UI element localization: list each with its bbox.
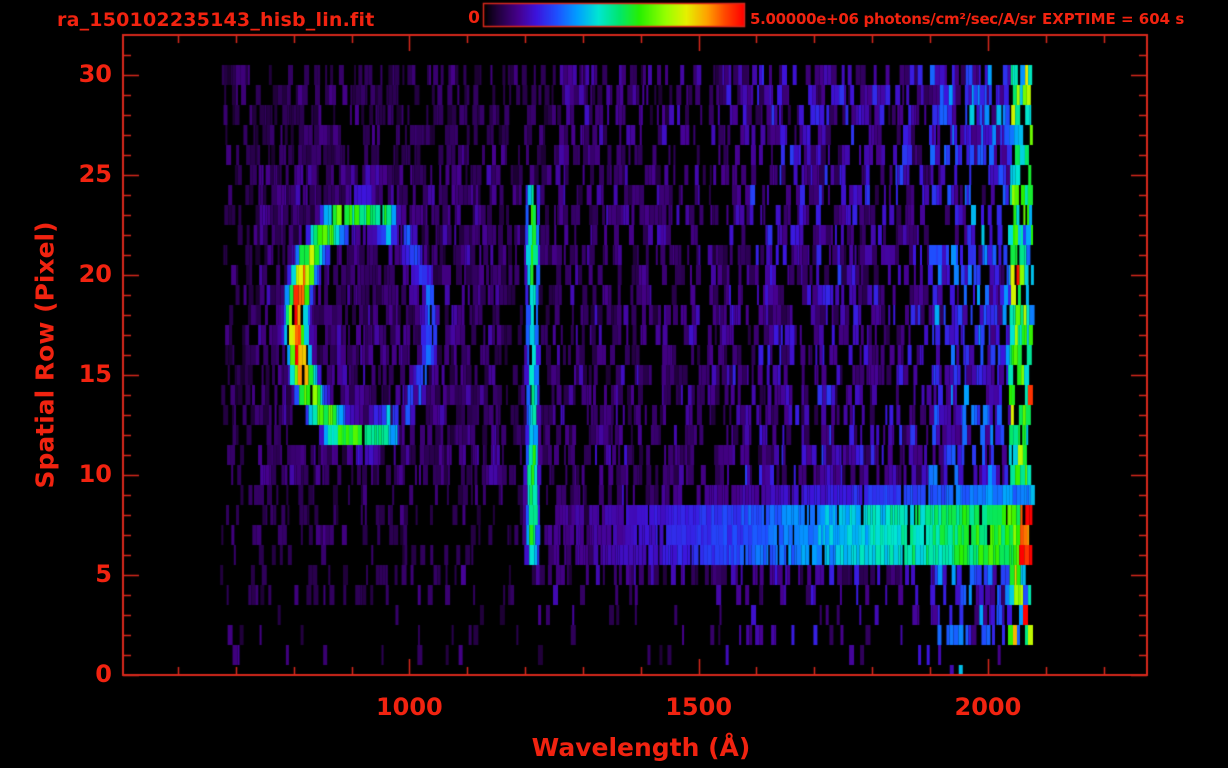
y-tick-label-20: 20 [0, 260, 112, 288]
fits-image-display-window: ra_150102235143_hisb_lin.fit 0 5.00000e+… [0, 0, 1228, 768]
x-axis-title: Wavelength (Å) [532, 733, 751, 762]
y-tick-label-30: 30 [0, 60, 112, 88]
y-tick-label-10: 10 [0, 460, 112, 488]
spectral-heatmap-canvas [0, 0, 1228, 768]
colorbar-max-label: 5.00000e+06 photons/cm²/sec/A/sr [750, 10, 1035, 28]
y-tick-label-25: 25 [0, 160, 112, 188]
exptime-label: EXPTIME = 604 s [1042, 10, 1184, 28]
y-tick-label-0: 0 [0, 660, 112, 688]
y-tick-label-5: 5 [0, 560, 112, 588]
x-tick-label-1000: 1000 [376, 693, 443, 721]
fits-filename-title: ra_150102235143_hisb_lin.fit [57, 9, 375, 31]
x-tick-label-1500: 1500 [665, 693, 732, 721]
y-tick-label-15: 15 [0, 360, 112, 388]
colorbar-min-label: 0 [440, 8, 480, 28]
x-tick-label-2000: 2000 [954, 693, 1021, 721]
